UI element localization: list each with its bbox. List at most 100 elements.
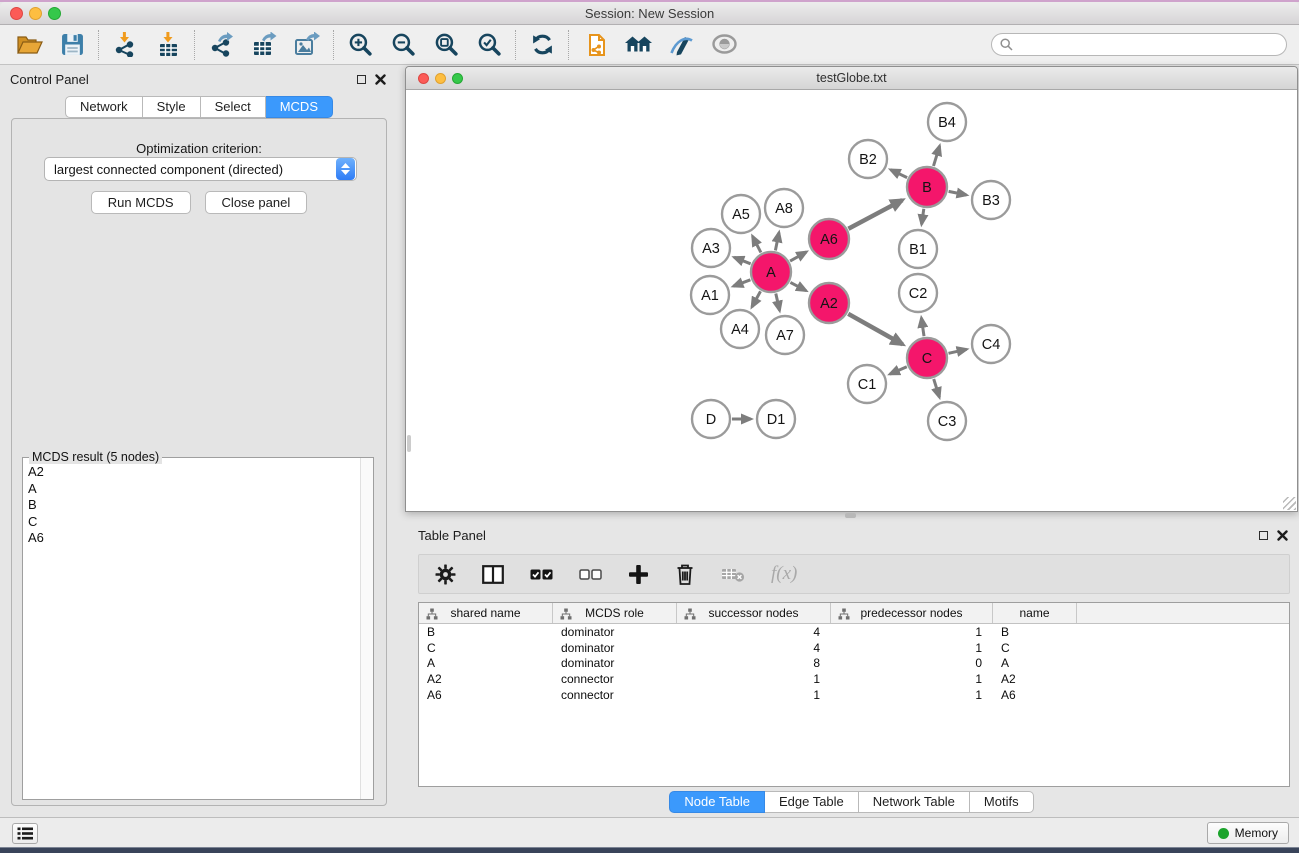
export-network-icon[interactable] — [204, 30, 238, 60]
mcds-result-item[interactable]: A6 — [28, 530, 360, 547]
run-mcds-button[interactable]: Run MCDS — [91, 191, 191, 214]
deselect-all-columns-icon[interactable] — [579, 569, 602, 580]
graph-edge-A-A4[interactable] — [752, 291, 761, 307]
mcds-result-item[interactable]: A2 — [28, 464, 360, 481]
close-table-panel-icon[interactable] — [1277, 530, 1288, 541]
graph-edge-A-A7[interactable] — [776, 294, 780, 311]
window-resize-grip[interactable] — [1283, 497, 1296, 510]
graph-edge-A6-B[interactable] — [848, 200, 902, 229]
table-cell: connector — [553, 672, 677, 686]
table-options-icon[interactable] — [435, 564, 456, 585]
delete-table-icon[interactable] — [721, 566, 745, 583]
zoom-fit-icon[interactable] — [429, 30, 463, 60]
control-panel-title: Control Panel — [10, 72, 89, 87]
graph-edge-A-A6[interactable] — [790, 252, 806, 261]
network-graph: B4B2BB3A8A5A6A3B1AC2A1A2A4A7C4CC1DD1C3 — [406, 90, 1297, 511]
graph-node-label: C — [922, 351, 932, 367]
float-panel-icon[interactable] — [357, 75, 366, 84]
graph-edge-B-B1[interactable] — [922, 209, 924, 225]
mcds-result-item[interactable]: C — [28, 514, 360, 531]
column-header-shared-name[interactable]: shared name — [419, 603, 553, 623]
memory-button[interactable]: Memory — [1207, 822, 1289, 844]
canvas-left-grip[interactable] — [407, 435, 411, 452]
tab-motifs[interactable]: Motifs — [970, 791, 1034, 813]
zoom-in-icon[interactable] — [343, 30, 377, 60]
dropdown-stepper-icon — [336, 158, 355, 180]
graph-node-label: B3 — [982, 193, 1000, 209]
graph-edge-A-A1[interactable] — [733, 280, 750, 286]
close-panel-button[interactable]: Close panel — [205, 191, 308, 214]
table-row[interactable]: A2connector11A2 — [419, 671, 1289, 687]
optimization-criterion-label: Optimization criterion: — [12, 141, 386, 156]
first-neighbors-icon[interactable] — [621, 30, 655, 60]
column-header-predecessor-nodes[interactable]: predecessor nodes — [831, 603, 993, 623]
tab-mcds[interactable]: MCDS — [266, 96, 333, 118]
new-network-from-selection-icon[interactable] — [578, 30, 612, 60]
panel-splitter-grip[interactable] — [845, 513, 856, 518]
search-input[interactable] — [1018, 38, 1278, 52]
table-row[interactable]: Adominator80A — [419, 656, 1289, 672]
control-panel-tabs: NetworkStyleSelectMCDS — [4, 96, 394, 118]
network-canvas[interactable]: B4B2BB3A8A5A6A3B1AC2A1A2A4A7C4CC1DD1C3 — [406, 90, 1297, 511]
graph-edge-B-B4[interactable] — [934, 146, 940, 166]
tab-edge-table[interactable]: Edge Table — [765, 791, 859, 813]
open-session-icon[interactable] — [12, 30, 46, 60]
table-row[interactable]: A6connector11A6 — [419, 687, 1289, 703]
result-scrollbar[interactable] — [360, 458, 373, 799]
tab-node-table[interactable]: Node Table — [669, 791, 765, 813]
tab-network-table[interactable]: Network Table — [859, 791, 970, 813]
function-builder-icon[interactable]: f(x) — [771, 563, 797, 585]
tab-style[interactable]: Style — [143, 96, 201, 118]
add-column-icon[interactable] — [628, 564, 649, 585]
float-table-panel-icon[interactable] — [1259, 531, 1268, 540]
network-window-titlebar[interactable]: testGlobe.txt — [406, 67, 1297, 90]
graph-edge-A-A8[interactable] — [775, 233, 779, 251]
delete-columns-icon[interactable] — [675, 563, 695, 585]
graph-edge-C-C3[interactable] — [934, 379, 940, 397]
mcds-result-item[interactable]: A — [28, 481, 360, 498]
criterion-dropdown[interactable]: largest connected component (directed) — [44, 157, 357, 181]
table-cell: 1 — [831, 672, 993, 686]
table-panel-title: Table Panel — [418, 528, 486, 543]
select-all-columns-icon[interactable] — [530, 569, 553, 580]
close-panel-icon[interactable] — [375, 74, 386, 85]
export-image-icon[interactable] — [290, 30, 324, 60]
save-session-icon[interactable] — [55, 30, 89, 60]
import-table-icon[interactable] — [151, 30, 185, 60]
graph-node-label: C3 — [938, 414, 957, 430]
toggle-panel-layout-icon[interactable] — [482, 565, 504, 584]
column-header-mcds-role[interactable]: MCDS role — [553, 603, 677, 623]
zoom-out-icon[interactable] — [386, 30, 420, 60]
column-header-name[interactable]: name — [993, 603, 1077, 623]
graph-edge-C-C2[interactable] — [921, 318, 924, 336]
table-row[interactable]: Bdominator41B — [419, 624, 1289, 640]
table-cell: connector — [553, 688, 677, 702]
zoom-selected-icon[interactable] — [472, 30, 506, 60]
graph-edge-A-A2[interactable] — [790, 282, 806, 290]
graph-edge-C-C4[interactable] — [949, 349, 967, 353]
show-graphics-details-icon[interactable] — [707, 30, 741, 60]
network-view-window: testGlobe.txt B4B2BB3A8A5A6A3B1AC2A1A2A4… — [405, 66, 1298, 512]
mcds-tab-content: Optimization criterion: largest connecte… — [11, 118, 387, 806]
window-titlebar[interactable]: Session: New Session — [0, 2, 1299, 25]
export-table-icon[interactable] — [247, 30, 281, 60]
task-history-button[interactable] — [12, 823, 38, 844]
graph-edge-B-B2[interactable] — [891, 170, 908, 178]
desktop: Session: New Session — [0, 0, 1299, 853]
import-network-icon[interactable] — [108, 30, 142, 60]
hide-annotations-icon[interactable] — [664, 30, 698, 60]
tab-network[interactable]: Network — [65, 96, 143, 118]
graph-edge-A2-C[interactable] — [848, 314, 902, 345]
tab-select[interactable]: Select — [201, 96, 266, 118]
table-cell: B — [419, 625, 553, 639]
mcds-result-item[interactable]: B — [28, 497, 360, 514]
graph-edge-C-C1[interactable] — [890, 367, 907, 374]
graph-edge-B-B3[interactable] — [949, 191, 967, 195]
table-cell: A6 — [419, 688, 553, 702]
search-field[interactable] — [991, 33, 1287, 56]
column-header-successor-nodes[interactable]: successor nodes — [677, 603, 831, 623]
graph-edge-A-A3[interactable] — [734, 257, 750, 264]
graph-edge-A-A5[interactable] — [753, 236, 761, 252]
table-row[interactable]: Cdominator41C — [419, 640, 1289, 656]
refresh-view-icon[interactable] — [525, 30, 559, 60]
